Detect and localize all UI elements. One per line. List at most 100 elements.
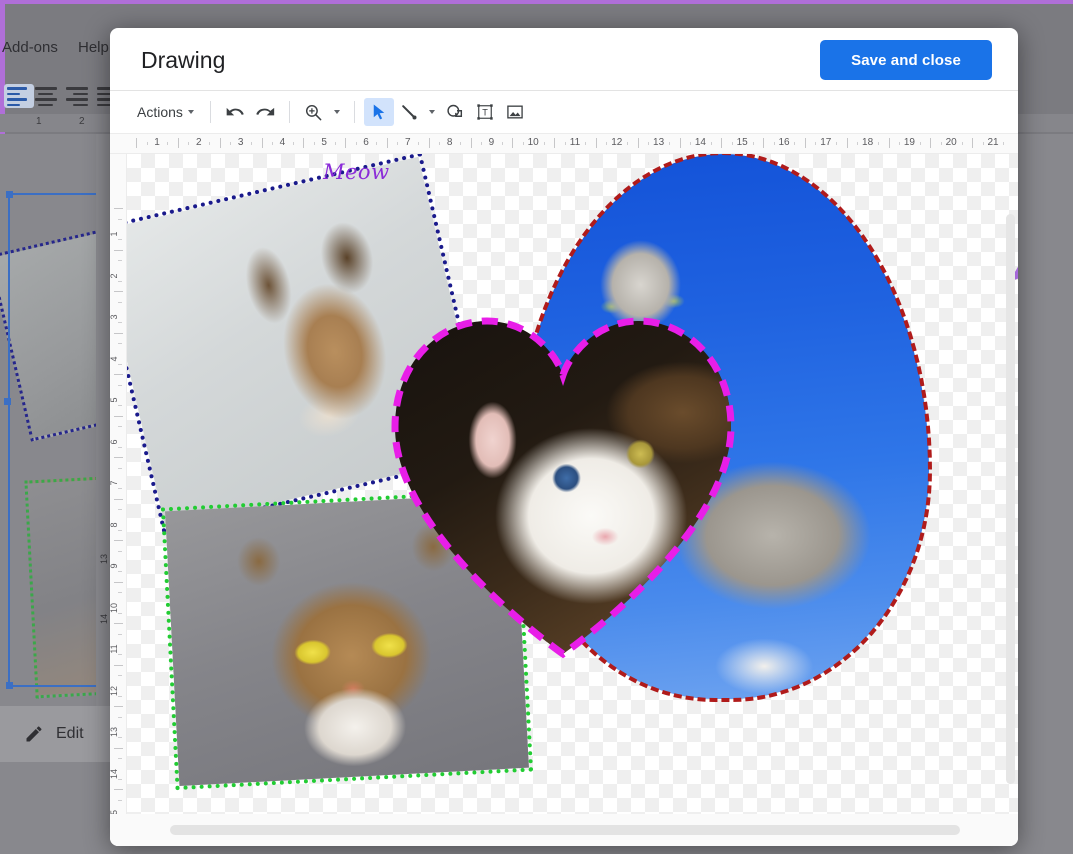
h-ruler-minor-mark bbox=[313, 142, 315, 145]
h-ruler-minor-mark bbox=[501, 142, 503, 145]
h-ruler-major-mark bbox=[846, 138, 848, 148]
zoom-in-icon bbox=[306, 104, 322, 120]
v-ruler-tick-6: 6 bbox=[110, 438, 119, 445]
v-ruler-minor-mark bbox=[118, 737, 122, 739]
v-ruler-tick-14: 14 bbox=[110, 768, 119, 779]
shape-icon bbox=[447, 104, 462, 117]
meow-text[interactable]: Meow bbox=[323, 160, 390, 184]
background-edit-label: Edit bbox=[56, 725, 84, 742]
v-ruler-minor-mark bbox=[118, 322, 122, 324]
align-left-icon[interactable] bbox=[4, 84, 34, 108]
h-ruler-minor-mark bbox=[878, 142, 880, 145]
menu-item-help[interactable]: Help bbox=[78, 39, 109, 56]
h-ruler-minor-mark bbox=[543, 142, 545, 145]
v-ruler-minor-mark bbox=[118, 758, 122, 760]
v-ruler-tick-13: 13 bbox=[110, 726, 119, 738]
v-ruler-major-mark bbox=[114, 623, 123, 625]
image-cat-heart[interactable] bbox=[387, 309, 739, 659]
vertical-ruler[interactable]: 123456789101112131415 bbox=[110, 154, 127, 814]
v-ruler-major-mark bbox=[114, 457, 123, 459]
v-ruler-major-mark bbox=[114, 540, 123, 542]
v-ruler-minor-mark bbox=[118, 778, 122, 780]
undo-button[interactable] bbox=[220, 98, 250, 126]
v-ruler-minor-mark bbox=[118, 405, 122, 407]
h-ruler-tick-1: 1 bbox=[154, 137, 160, 148]
h-ruler-minor-mark bbox=[146, 142, 148, 145]
h-ruler-tick-2: 2 bbox=[196, 137, 202, 148]
save-and-close-button[interactable]: Save and close bbox=[820, 40, 992, 80]
v-ruler-minor-mark bbox=[118, 716, 122, 718]
v-ruler-minor-mark bbox=[118, 550, 122, 552]
actions-menu-button[interactable]: Actions bbox=[130, 99, 201, 125]
line-dropdown-caret[interactable] bbox=[424, 98, 440, 126]
h-ruler-major-mark bbox=[136, 138, 138, 148]
select-tool[interactable] bbox=[363, 98, 394, 126]
zoom-dropdown-caret[interactable] bbox=[329, 98, 345, 126]
zoom-button[interactable] bbox=[299, 98, 329, 126]
h-ruler-minor-mark bbox=[836, 142, 838, 145]
text-box-tool[interactable]: T bbox=[470, 98, 500, 126]
image-icon bbox=[507, 105, 523, 119]
h-ruler-major-mark bbox=[804, 138, 806, 148]
align-center-icon[interactable] bbox=[35, 87, 59, 106]
h-ruler-major-mark bbox=[554, 138, 556, 148]
v-ruler-minor-mark bbox=[118, 343, 122, 345]
v-ruler-minor-mark bbox=[118, 675, 122, 677]
v-ruler-tick-9: 9 bbox=[110, 563, 119, 569]
align-right-icon[interactable] bbox=[66, 87, 90, 106]
toolbar-separator-3 bbox=[353, 101, 355, 123]
dialog-title: Drawing bbox=[141, 47, 226, 73]
pencil-icon bbox=[26, 726, 42, 742]
v-ruler-tick-2: 2 bbox=[110, 272, 119, 279]
h-ruler-minor-mark bbox=[271, 142, 273, 145]
h-ruler-major-mark bbox=[888, 138, 890, 148]
vertical-scrollbar[interactable] bbox=[1006, 214, 1015, 784]
v-ruler-minor-mark bbox=[118, 509, 122, 511]
h-ruler-major-mark bbox=[177, 138, 179, 148]
h-ruler-minor-mark bbox=[334, 142, 336, 145]
h-ruler-minor-mark bbox=[689, 142, 691, 145]
h-ruler-tick-11: 11 bbox=[569, 137, 581, 148]
h-ruler-minor-mark bbox=[982, 142, 984, 145]
horizontal-scrollbar[interactable] bbox=[170, 825, 960, 835]
h-ruler-minor-mark bbox=[376, 142, 378, 145]
v-ruler-major-mark bbox=[114, 706, 123, 708]
v-ruler-minor-mark bbox=[118, 799, 122, 801]
h-ruler-minor-mark bbox=[292, 142, 294, 145]
h-ruler-tick-19: 19 bbox=[903, 137, 915, 148]
horizontal-ruler[interactable]: 1 2 3 4 5 6 7 8 9 10 11 12 13 14 15 16 17 18 19 20 21 bbox=[110, 133, 1018, 154]
v-ruler-minor-mark bbox=[118, 695, 122, 697]
line-tool[interactable] bbox=[394, 98, 424, 126]
h-ruler-minor-mark bbox=[1003, 142, 1005, 145]
background-edit-toolbar[interactable]: Edit bbox=[0, 706, 112, 762]
v-ruler-minor-mark bbox=[118, 301, 122, 303]
v-ruler-minor-mark bbox=[118, 426, 122, 428]
h-ruler-minor-mark bbox=[898, 142, 900, 145]
h-ruler-minor-mark bbox=[251, 142, 253, 145]
v-ruler-major-mark bbox=[114, 789, 123, 791]
h-ruler-minor-mark bbox=[648, 142, 650, 145]
h-ruler-minor-mark bbox=[355, 142, 357, 145]
v-ruler-minor-mark bbox=[118, 280, 122, 282]
h-ruler-tick-10: 10 bbox=[527, 137, 539, 148]
redo-button[interactable] bbox=[250, 98, 280, 126]
h-ruler-major-mark bbox=[345, 138, 347, 148]
purple-border-top bbox=[0, 0, 1073, 4]
h-ruler-major-mark bbox=[386, 138, 388, 148]
h-ruler-tick-21: 21 bbox=[987, 137, 999, 148]
h-ruler-major-mark bbox=[470, 138, 472, 148]
h-ruler-tick-12: 12 bbox=[611, 137, 623, 148]
h-ruler-major-mark bbox=[721, 138, 723, 148]
shape-tool[interactable] bbox=[440, 98, 470, 126]
drawing-canvas[interactable]: Meow bbox=[127, 154, 1018, 814]
v-ruler-minor-mark bbox=[118, 239, 122, 241]
h-ruler-tick-6: 6 bbox=[363, 137, 369, 148]
image-tool[interactable] bbox=[500, 98, 530, 126]
h-ruler-major-mark bbox=[972, 138, 974, 148]
h-ruler-minor-mark bbox=[794, 142, 796, 145]
v-ruler-minor-mark bbox=[118, 218, 122, 220]
v-ruler-minor-mark bbox=[118, 612, 122, 614]
menu-item-add-ons[interactable]: Add-ons bbox=[2, 39, 58, 56]
toolbar-separator-1 bbox=[209, 101, 211, 123]
toolbar-separator-2 bbox=[288, 101, 290, 123]
